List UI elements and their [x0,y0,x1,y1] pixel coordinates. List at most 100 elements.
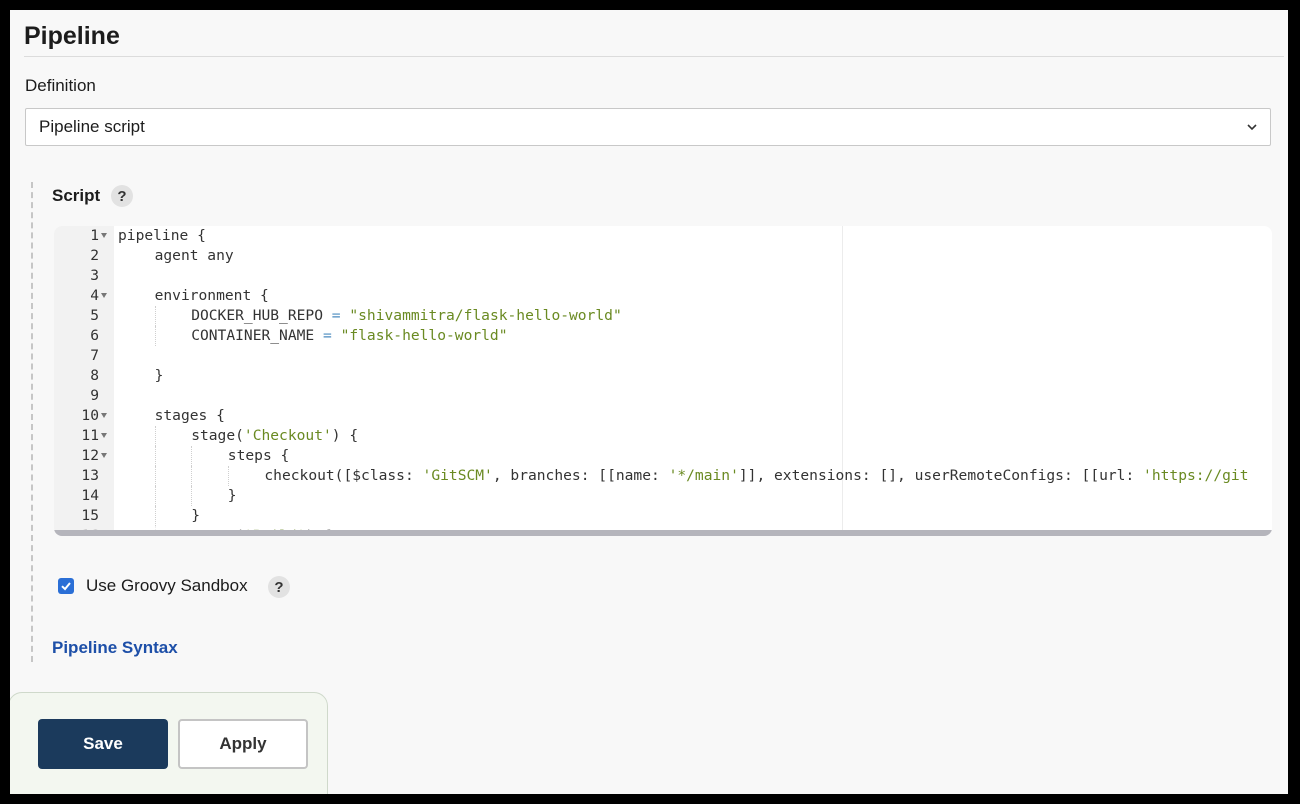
groovy-sandbox-label[interactable]: Use Groovy Sandbox [86,576,248,596]
line-number: 3 [90,267,99,284]
script-help-icon[interactable]: ? [111,185,133,207]
code-token: } [191,507,200,524]
pipeline-config-panel: Pipeline Definition Pipeline script Scri… [10,10,1288,794]
indent-guide [154,486,156,506]
indent-guide [154,306,156,326]
line-number: 11 [81,427,99,444]
code-token: stage( [191,427,244,444]
code-token: 'GitSCM' [422,467,493,484]
definition-select-value: Pipeline script [39,117,145,136]
script-section-divider [31,182,33,662]
code-text: DOCKER_HUB_REPO = "shivammitra/flask-hel… [191,306,622,326]
line-number: 15 [81,507,99,524]
code-line: 12 steps { [54,446,1272,466]
line-number: 13 [81,467,99,484]
code-line: 3 [54,266,1272,286]
code-line: 8} [54,366,1272,386]
code-line: 13 checkout([$class: 'GitSCM', branches: … [54,466,1272,486]
indent-guide [154,506,156,526]
apply-button[interactable]: Apply [178,719,308,769]
fold-arrow-icon[interactable] [101,233,107,238]
code-line: 6 CONTAINER_NAME = "flask-hello-world" [54,326,1272,346]
code-text: CONTAINER_NAME = "flask-hello-world" [191,326,507,346]
code-text: steps { [228,446,290,466]
line-number: 2 [90,247,99,264]
definition-label: Definition [25,76,96,95]
code-line: 4 environment { [54,286,1272,306]
code-line: 15} [54,506,1272,526]
code-token: ]], extensions: [], userRemoteConfigs: [… [738,467,1144,484]
code-token: environment { [154,287,269,304]
fold-arrow-icon[interactable] [101,413,107,418]
code-token: 'https://git [1143,467,1249,484]
code-token: 'Checkout' [243,427,332,444]
line-number: 14 [81,487,99,504]
indent-guide [191,486,193,506]
line-number: 1 [90,227,99,244]
code-token: = [331,307,341,324]
line-number: 12 [81,447,99,464]
code-line: 1 pipeline { [54,226,1272,246]
code-token: CONTAINER_NAME [191,327,323,344]
line-number: 6 [90,327,99,344]
code-token: pipeline { [118,227,206,244]
code-text: } [228,486,237,506]
line-number: 10 [81,407,99,424]
code-text: } [191,506,200,526]
code-text: agent any [155,246,234,266]
code-token: stages { [154,407,225,424]
fold-arrow-icon[interactable] [101,453,107,458]
code-token: } [154,367,164,384]
line-number: 9 [90,387,99,404]
code-token: ) { [331,427,359,444]
code-line: 5 DOCKER_HUB_REPO = "shivammitra/flask-he… [54,306,1272,326]
definition-select[interactable]: Pipeline script [25,108,1271,146]
code-token: , branches: [[name: [492,467,669,484]
code-line: 2 agent any [54,246,1272,266]
code-line: 10 stages { [54,406,1272,426]
script-editor[interactable]: 1 pipeline { 2 agent any 3 4 environment { 5 DOC… [54,226,1272,536]
code-text: stages { [155,406,225,426]
code-token: '*/main' [668,467,739,484]
fold-arrow-icon[interactable] [101,293,107,298]
chevron-down-icon [1247,124,1257,131]
section-title: Pipeline [24,22,120,50]
code-token: "flask-hello-world" [331,327,508,344]
indent-guide [227,466,229,486]
code-line: 7 [54,346,1272,366]
line-number: 8 [90,367,99,384]
code-token: = [322,327,332,344]
code-token: checkout([$class: [264,467,423,484]
indent-guide [154,326,156,346]
indent-guide [154,446,156,466]
line-number: 5 [90,307,99,324]
save-button[interactable]: Save [38,719,168,769]
code-token: steps { [227,447,290,464]
pipeline-syntax-link[interactable]: Pipeline Syntax [52,638,178,658]
code-text: environment { [155,286,269,306]
code-token: agent any [154,247,234,264]
code-text: pipeline { [118,226,206,246]
title-divider [24,56,1284,57]
indent-guide [154,466,156,486]
line-number: 7 [90,347,99,364]
code-line: 11 stage('Checkout') { [54,426,1272,446]
indent-guide [154,426,156,446]
line-number: 4 [90,287,99,304]
code-text: checkout([$class: 'GitSCM', branches: [[… [264,466,1248,486]
code-token: "shivammitra/flask-hello-world" [340,307,622,324]
code-line: 14} [54,486,1272,506]
groovy-sandbox-checkbox[interactable] [58,578,74,594]
code-token: } [227,487,237,504]
sandbox-help-icon[interactable]: ? [268,576,290,598]
script-label: Script [52,186,101,205]
checkmark-icon [61,582,71,591]
horizontal-scrollbar[interactable] [54,530,1272,536]
code-text: stage('Checkout') { [191,426,358,446]
indent-guide [191,446,193,466]
fold-arrow-icon[interactable] [101,433,107,438]
code-text: } [155,366,164,386]
indent-guide [191,466,193,486]
code-line: 9 [54,386,1272,406]
code-token: DOCKER_HUB_REPO [191,307,332,324]
